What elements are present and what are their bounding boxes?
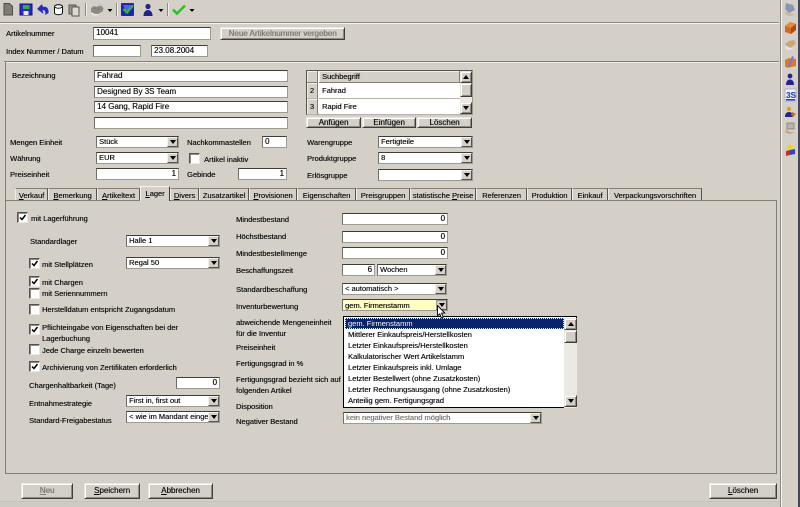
svg-text:3S: 3S	[786, 91, 796, 100]
